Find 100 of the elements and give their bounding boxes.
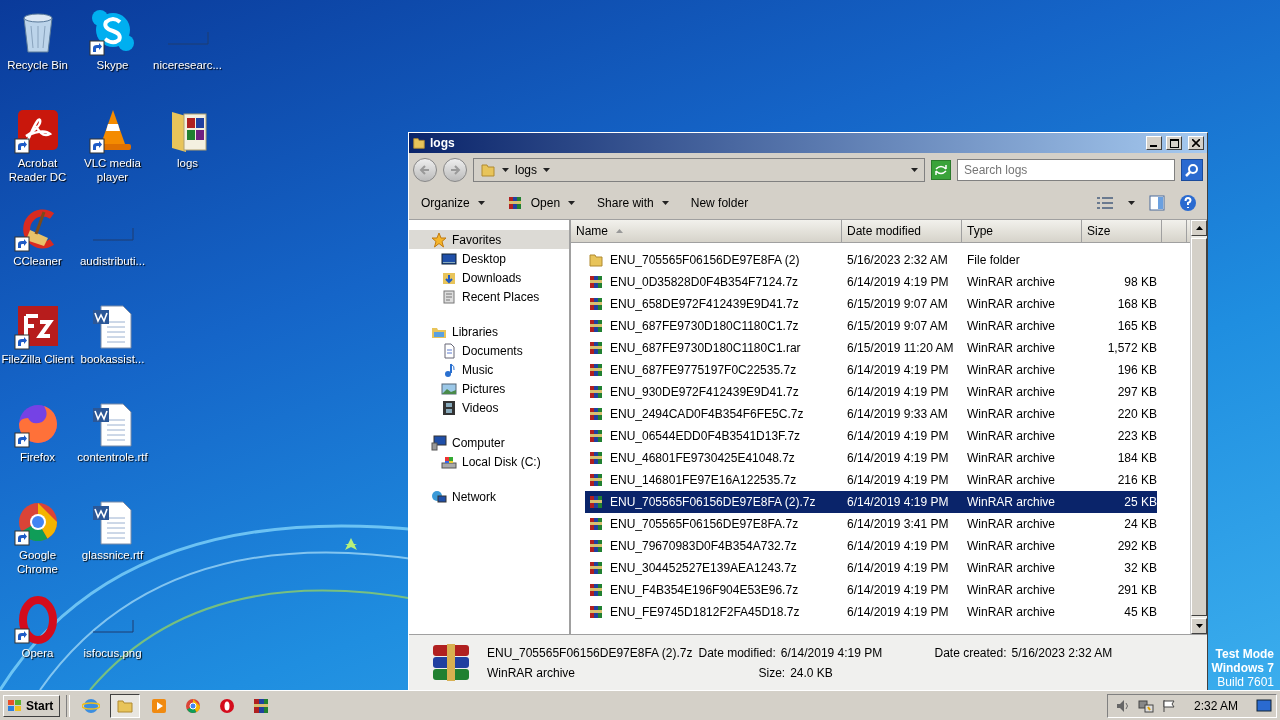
date-cell-text: 6/14/2019 4:19 PM <box>846 429 950 443</box>
date-cell-text: 6/14/2019 4:19 PM <box>846 605 950 619</box>
file-name: ENU_687FE9730D180C1180C1.rar <box>610 341 801 355</box>
maximize-button[interactable] <box>1166 136 1182 150</box>
file-row[interactable]: ENU_658DE972F412439E9D41.7z 6/15/2019 9:07 AM WinRAR archive 168 KB <box>585 293 1157 315</box>
file-row[interactable]: ENU_2494CAD0F4B354F6FE5C.7z 6/14/2019 9:33 AM WinRAR archive 220 KB <box>585 403 1157 425</box>
column-header[interactable]: Date modified <box>842 220 962 242</box>
forward-button[interactable] <box>443 158 467 182</box>
column-header[interactable]: Type <box>962 220 1082 242</box>
file-row[interactable]: ENU_687FE9775197F0C22535.7z 6/14/2019 4:19 PM WinRAR archive 196 KB <box>585 359 1157 381</box>
type-cell-text: WinRAR archive <box>966 539 1057 553</box>
date-cell-text: 6/15/2019 11:20 AM <box>846 341 955 355</box>
search-button[interactable] <box>1181 159 1203 181</box>
file-name: ENU_658DE972F412439E9D41.7z <box>610 297 799 311</box>
nav-item[interactable]: Libraries <box>409 322 569 341</box>
icon-label: audistributi... <box>78 254 147 268</box>
nav-item[interactable]: Music <box>409 360 569 379</box>
archive-icon <box>588 406 604 422</box>
nav-item[interactable]: Favorites <box>409 230 569 249</box>
date-cell-text: 6/14/2019 9:33 AM <box>846 407 949 421</box>
toolbar-button[interactable]: Open <box>504 193 578 213</box>
nav-item[interactable]: Network <box>409 487 569 506</box>
search-field[interactable]: Search logs <box>957 159 1175 181</box>
size-cell-text: 184 KB <box>1116 451 1157 465</box>
folder-icon <box>412 136 426 150</box>
scroll-down-button[interactable] <box>1191 618 1207 634</box>
date-cell-text: 6/14/2019 4:19 PM <box>846 451 950 465</box>
help-icon[interactable] <box>1179 194 1197 212</box>
toolbar-button[interactable]: New folder <box>688 194 751 212</box>
circle-logo-icon <box>184 696 203 715</box>
address-field[interactable]: logs <box>473 158 925 182</box>
file-name: ENU_687FE9775197F0C22535.7z <box>610 363 797 377</box>
file-row[interactable]: ENU_930DE972F412439E9D41.7z 6/14/2019 4:19 PM WinRAR archive 297 KB <box>585 381 1157 403</box>
column-header[interactable]: Name <box>571 220 842 242</box>
nav-item[interactable]: Recent Places <box>409 287 569 306</box>
folder-icon <box>588 252 604 268</box>
speaker-icon[interactable] <box>1115 698 1130 713</box>
close-icon <box>1192 139 1200 147</box>
desktop-icon <box>441 250 457 267</box>
file-row[interactable]: ENU_0D35828D0F4B354F7124.7z 6/14/2019 4:19 PM WinRAR archive 98 KB <box>585 271 1157 293</box>
file-row[interactable]: ENU_687FE9730D180C1180C1.7z 6/15/2019 9:07 AM WinRAR archive 165 KB <box>585 315 1157 337</box>
breadcrumb[interactable]: logs <box>515 163 537 177</box>
preview-pane-icon[interactable] <box>1149 195 1165 211</box>
file-row[interactable]: ENU_46801FE9730425E41048.7z 6/14/2019 4:19 PM WinRAR archive 184 KB <box>585 447 1157 469</box>
type-cell-text: File folder <box>966 253 1021 267</box>
date-cell-text: 6/14/2019 3:41 PM <box>846 517 950 531</box>
minimize-button[interactable] <box>1146 136 1162 150</box>
file-row[interactable]: ENU_705565F06156DE97E8FA (2).7z 6/14/2019 4:19 PM WinRAR archive 25 KB <box>585 491 1157 513</box>
nav-item[interactable]: Pictures <box>409 379 569 398</box>
file-name: ENU_0D35828D0F4B354F7124.7z <box>610 275 799 289</box>
file-name: ENU_06544EDD0F4B3541D13F.7z <box>610 429 801 443</box>
file-row[interactable]: ENU_06544EDD0F4B3541D13F.7z 6/14/2019 4:19 PM WinRAR archive 223 KB <box>585 425 1157 447</box>
nav-item[interactable]: Desktop <box>409 249 569 268</box>
icon-label: logs <box>175 156 200 170</box>
file-row[interactable]: ENU_146801FE97E16A122535.7z 6/14/2019 4:19 PM WinRAR archive 216 KB <box>585 469 1157 491</box>
size-cell-text: 24 KB <box>1123 517 1157 531</box>
view-list-icon[interactable] <box>1096 196 1114 210</box>
file-name: ENU_FE9745D1812F2FA45D18.7z <box>610 605 800 619</box>
file-row[interactable]: ENU_79670983D0F4B354A732.7z 6/14/2019 4:19 PM WinRAR archive 292 KB <box>585 535 1157 557</box>
flag-icon[interactable] <box>1161 698 1176 713</box>
file-row[interactable]: ENU_FE9745D1812F2FA45D18.7z 6/14/2019 4:19 PM WinRAR archive 45 KB <box>585 601 1157 623</box>
toolbar-button[interactable]: Organize <box>419 194 487 212</box>
start-button[interactable]: Start <box>3 694 61 717</box>
caret-icon <box>661 201 669 205</box>
back-button[interactable] <box>413 158 437 182</box>
file-row[interactable]: ENU_304452527E139AEA1243.7z 6/14/2019 4:19 PM WinRAR archive 32 KB <box>585 557 1157 579</box>
column-header[interactable]: Size <box>1082 220 1162 242</box>
file-name: ENU_146801FE97E16A122535.7z <box>610 473 797 487</box>
detail-label: Date modified: <box>698 646 776 660</box>
detail-value: 6/14/2019 4:19 PM <box>780 646 883 660</box>
icon-label: FileZilla Client <box>0 352 75 366</box>
size-cell-text: 1,572 KB <box>1106 341 1157 355</box>
file-row[interactable]: ENU_F4B354E196F904E53E96.7z 6/14/2019 4:19 PM WinRAR archive 291 KB <box>585 579 1157 601</box>
nav-item[interactable]: Downloads <box>409 268 569 287</box>
cloud-logo-icon[interactable] <box>88 8 137 56</box>
network-icon[interactable] <box>1137 698 1154 713</box>
caret-icon <box>568 201 576 205</box>
type-cell-text: WinRAR archive <box>966 495 1057 509</box>
file-row[interactable]: ENU_705565F06156DE97E8FA.7z 6/14/2019 3:41 PM WinRAR archive 24 KB <box>585 513 1157 535</box>
close-button[interactable] <box>1188 136 1204 150</box>
toolbar-button[interactable]: Share with <box>595 194 671 212</box>
globe-icon <box>82 696 101 715</box>
type-cell-text: WinRAR archive <box>966 451 1057 465</box>
file-row[interactable]: ENU_705565F06156DE97E8FA (2) 5/16/2023 2:32 AM File folder <box>585 249 1157 271</box>
file-row[interactable]: ENU_687FE9730D180C1180C1.rar 6/15/2019 11:20 AM WinRAR archive 1,572 KB <box>585 337 1157 359</box>
scroll-up-button[interactable] <box>1191 220 1207 236</box>
nav-item[interactable]: Local Disk (C:) <box>409 452 569 471</box>
nav-item[interactable]: Documents <box>409 341 569 360</box>
size-cell-text: 32 KB <box>1123 561 1157 575</box>
show-desktop-icon[interactable] <box>1256 698 1272 713</box>
refresh-button[interactable] <box>931 160 951 180</box>
nav-item[interactable]: Computer <box>409 433 569 452</box>
icon-label: niceresearc... <box>152 58 223 72</box>
type-cell-text: WinRAR archive <box>966 561 1057 575</box>
date-cell-text: 6/14/2019 4:19 PM <box>846 561 950 575</box>
back-arrow-icon <box>419 164 431 176</box>
file-name: ENU_705565F06156DE97E8FA (2) <box>610 253 800 267</box>
taskbar-app[interactable] <box>110 693 141 718</box>
detail-type: WinRAR archive <box>487 666 577 680</box>
nav-item[interactable]: Videos <box>409 398 569 417</box>
